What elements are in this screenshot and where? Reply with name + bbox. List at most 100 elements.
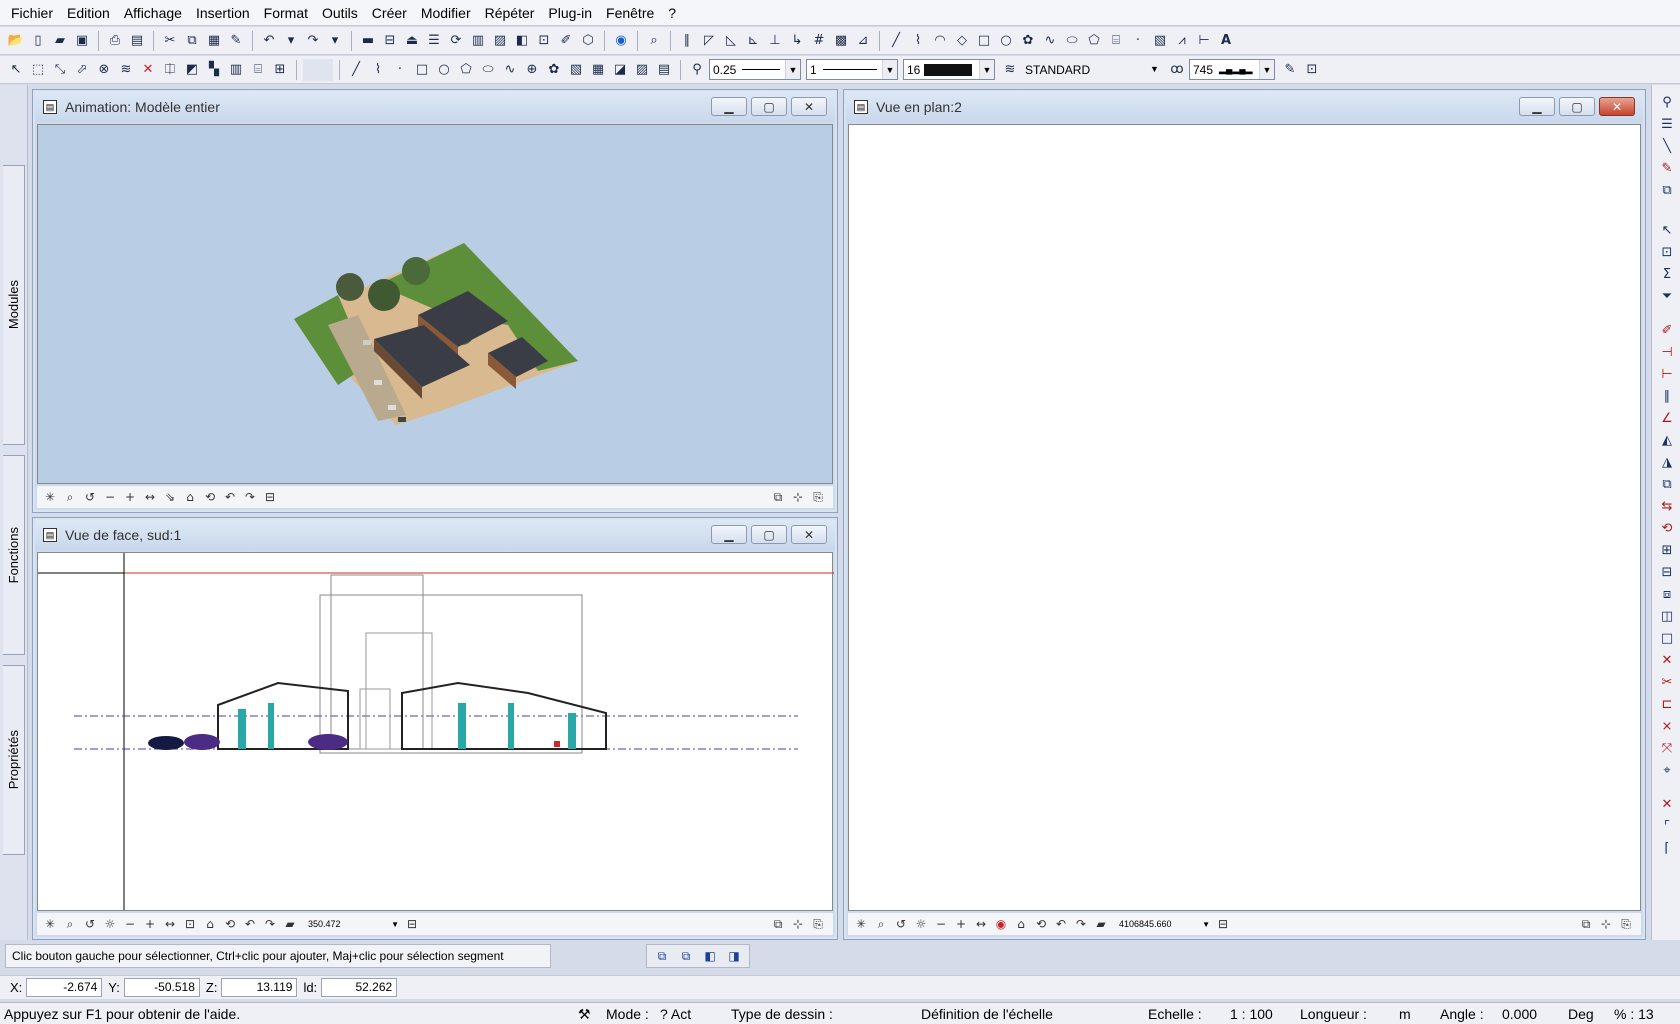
- copy-view-icon[interactable]: ⎘: [809, 488, 827, 506]
- hatch-icon[interactable]: ▧: [566, 60, 586, 80]
- face-view-viewport[interactable]: [37, 552, 834, 911]
- measure-icon[interactable]: ▬: [358, 31, 378, 51]
- hatch-grid-icon[interactable]: ▩: [831, 31, 851, 51]
- zoom-icon[interactable]: ⌕: [644, 31, 664, 51]
- navigate-icon[interactable]: ✳: [41, 488, 59, 506]
- group-icon[interactable]: ⊡: [1657, 243, 1677, 261]
- section-icon[interactable]: ⊡: [181, 915, 199, 933]
- animation-viewport[interactable]: [37, 124, 833, 484]
- scale-value[interactable]: 1 : 100: [1230, 1006, 1273, 1022]
- image-icon[interactable]: ▨: [490, 31, 510, 51]
- mirror-icon[interactable]: ◭: [1657, 431, 1677, 449]
- undo-view-icon[interactable]: ↶: [1052, 915, 1070, 933]
- redo-view-icon[interactable]: ↷: [1072, 915, 1090, 933]
- rotate-view-icon[interactable]: ↺: [81, 488, 99, 506]
- undo-view-icon[interactable]: ↶: [221, 488, 239, 506]
- line-icon[interactable]: ╱: [346, 60, 366, 80]
- polygon-icon[interactable]: ◇: [952, 31, 972, 51]
- trim-icon[interactable]: ⊣: [1657, 343, 1677, 361]
- minimize-button[interactable]: ▁: [1519, 97, 1555, 116]
- cut-segment-icon[interactable]: ✂: [1657, 673, 1677, 691]
- stretch-icon[interactable]: ⊟: [1657, 563, 1677, 581]
- select-wave-icon[interactable]: ≋: [116, 60, 136, 80]
- select-arrow-icon[interactable]: ↖: [6, 60, 26, 80]
- open-icon[interactable]: 📂: [6, 31, 26, 51]
- layer-icon[interactable]: ≋: [1000, 60, 1020, 80]
- undo-icon[interactable]: ↶: [259, 31, 279, 51]
- redo-icon[interactable]: ↷: [303, 31, 323, 51]
- circle-icon[interactable]: ○: [434, 60, 454, 80]
- menu-outils[interactable]: Outils: [315, 0, 365, 26]
- pan-icon[interactable]: ↔: [972, 915, 990, 933]
- pencil-icon[interactable]: ✐: [1657, 321, 1677, 339]
- pen-thickness-select[interactable]: 0.25 ▼: [709, 59, 801, 80]
- close-button[interactable]: ✕: [791, 97, 827, 116]
- select-diag-icon[interactable]: ◩: [182, 60, 202, 80]
- dimension-line-icon[interactable]: ⊢: [1194, 31, 1214, 51]
- edit-shape-icon[interactable]: ⬠: [1084, 31, 1104, 51]
- view-pin-icon[interactable]: ⊟: [403, 915, 421, 933]
- delete-icon[interactable]: ✕: [138, 60, 158, 80]
- angle-unit[interactable]: Deg: [1568, 1006, 1594, 1022]
- zoom-out-icon[interactable]: −: [932, 915, 950, 933]
- line-type-select[interactable]: 1 ▼: [806, 59, 898, 80]
- chamfer-icon[interactable]: ⌈: [1657, 839, 1677, 857]
- copy-icon[interactable]: ⧉: [1657, 475, 1677, 493]
- rectangle-icon[interactable]: □: [974, 31, 994, 51]
- zoom-icon[interactable]: ⌕: [61, 915, 79, 933]
- format-properties-icon[interactable]: ⊡: [1302, 60, 1322, 80]
- menu-repeter[interactable]: Répéter: [478, 0, 542, 26]
- center-point-icon[interactable]: ⊕: [522, 60, 542, 80]
- menu-help[interactable]: ?: [661, 0, 683, 26]
- new-icon[interactable]: ▯: [28, 31, 48, 51]
- ellipse-icon[interactable]: ⬭: [478, 60, 498, 80]
- walk-icon[interactable]: ⟲: [1032, 915, 1050, 933]
- picture-icon[interactable]: ▨: [632, 60, 652, 80]
- zoom-select[interactable]: 350.472 ▼: [305, 916, 401, 932]
- print-icon[interactable]: ▤: [127, 31, 147, 51]
- offset-icon[interactable]: ◫: [1657, 607, 1677, 625]
- list-icon[interactable]: ☰: [424, 31, 444, 51]
- tile-icon[interactable]: ⧉: [769, 488, 787, 506]
- zoom-out-icon[interactable]: −: [101, 488, 119, 506]
- copy-view-icon[interactable]: ⎘: [809, 915, 827, 933]
- view-pin-icon[interactable]: ⊟: [261, 488, 279, 506]
- polygon-icon[interactable]: ⬠: [456, 60, 476, 80]
- close-button[interactable]: ✕: [791, 525, 827, 544]
- minimize-button[interactable]: ▁: [711, 525, 747, 544]
- split-icon[interactable]: ⊹: [789, 915, 807, 933]
- parallel-icon[interactable]: ∥: [1657, 387, 1677, 405]
- undo-view-icon[interactable]: ↶: [241, 915, 259, 933]
- select-filter-icon[interactable]: ⊞: [270, 60, 290, 80]
- select-stair-icon[interactable]: ⌸: [248, 60, 268, 80]
- layers-icon[interactable]: ◧: [512, 31, 532, 51]
- delete-icon[interactable]: ✕: [1657, 795, 1677, 813]
- pan-icon[interactable]: ↔: [141, 488, 159, 506]
- undo-dropdown-icon[interactable]: ▾: [281, 31, 301, 51]
- snap-angle-icon[interactable]: ⊿: [853, 31, 873, 51]
- tile-icon[interactable]: ⧉: [769, 915, 787, 933]
- fill-icon[interactable]: ◪: [610, 60, 630, 80]
- pen-edit-icon[interactable]: ✎: [1657, 159, 1677, 177]
- zoom-window-icon[interactable]: ⇘: [161, 488, 179, 506]
- save-icon[interactable]: ▣: [72, 31, 92, 51]
- camera-icon[interactable]: ⌂: [201, 915, 219, 933]
- menu-fenetre[interactable]: Fenêtre: [599, 0, 661, 26]
- format-painter-icon[interactable]: ✎: [1280, 60, 1300, 80]
- menu-plug-in[interactable]: Plug-in: [541, 0, 599, 26]
- point-icon[interactable]: ·: [1128, 31, 1148, 51]
- polyline-icon[interactable]: ⌇: [368, 60, 388, 80]
- zoom-in-icon[interactable]: +: [121, 488, 139, 506]
- arc-icon[interactable]: ◠: [930, 31, 950, 51]
- plan-view-viewport[interactable]: [848, 124, 1641, 911]
- calculator-icon[interactable]: ▥: [468, 31, 488, 51]
- brush-icon[interactable]: ✐: [556, 31, 576, 51]
- sun-icon[interactable]: ☼: [912, 915, 930, 933]
- pattern-icon[interactable]: ▦: [588, 60, 608, 80]
- select-column-icon[interactable]: ▥: [226, 60, 246, 80]
- sun-icon[interactable]: ☼: [101, 915, 119, 933]
- select-icon[interactable]: ↖: [1657, 221, 1677, 239]
- copy-icon[interactable]: ⧉: [182, 31, 202, 51]
- tab-modules[interactable]: Modules: [3, 165, 25, 445]
- break-icon[interactable]: ⤧: [1657, 739, 1677, 757]
